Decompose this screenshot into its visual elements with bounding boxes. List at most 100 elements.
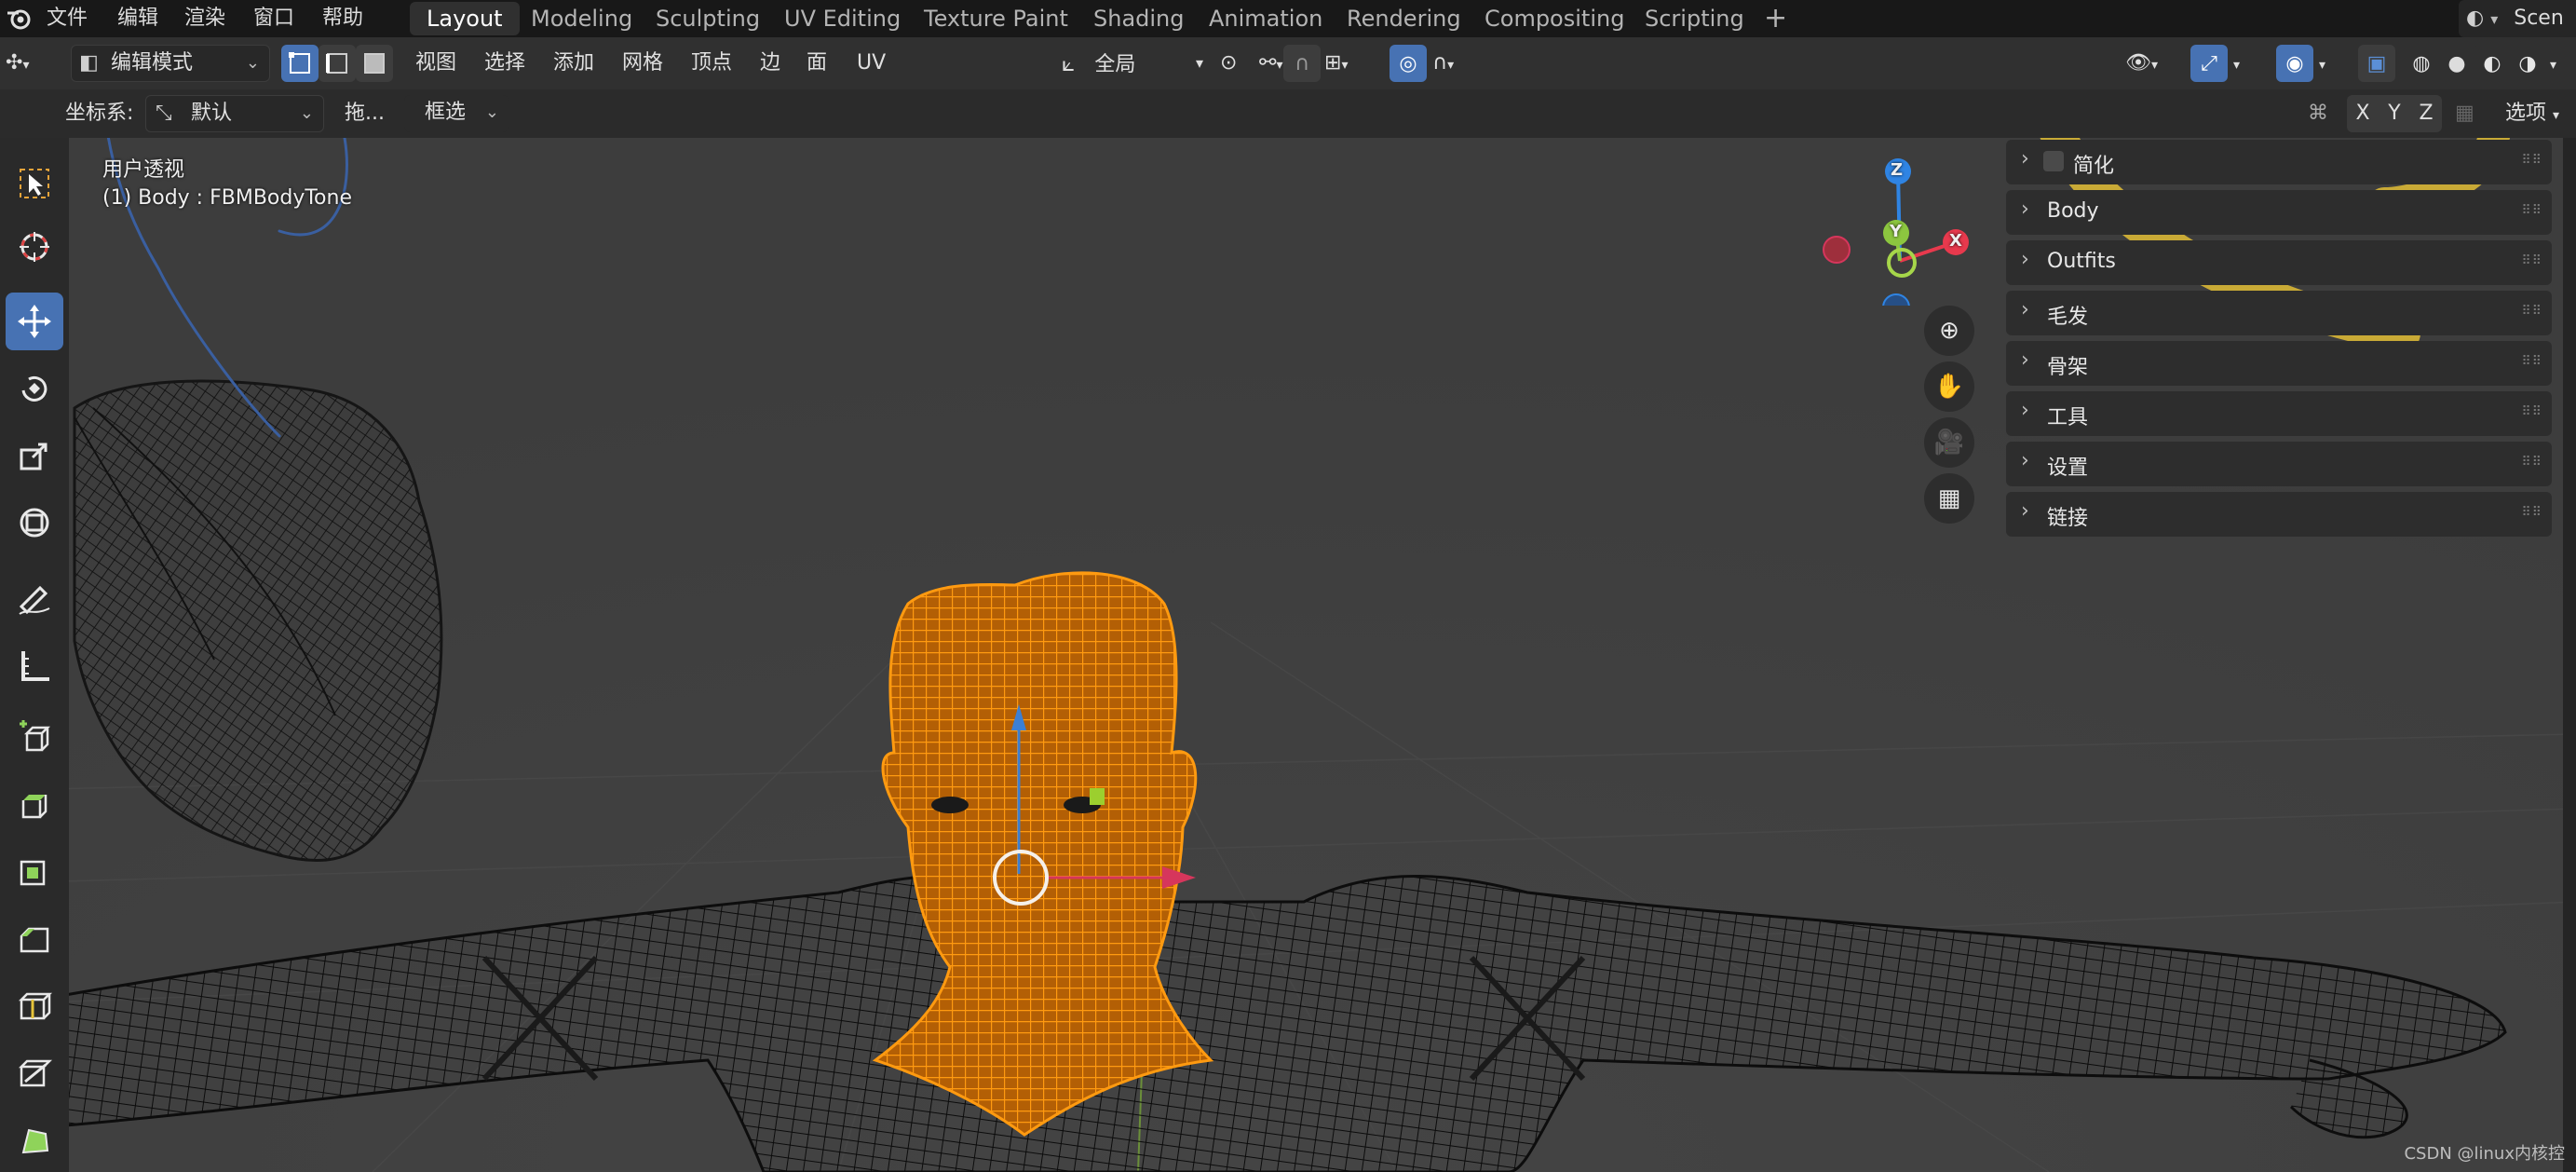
measure-tool[interactable] <box>6 637 63 695</box>
wireframe-shading-button[interactable]: ◍ <box>2403 45 2440 82</box>
add-workspace-button[interactable]: + <box>1747 2 1804 35</box>
tab-uv-editing[interactable]: UV Editing <box>767 2 917 35</box>
mirror-options-icon[interactable]: ⌘ <box>2308 95 2328 132</box>
gizmo-neg-z-ball[interactable] <box>1882 293 1910 306</box>
scale-tool[interactable] <box>6 427 63 484</box>
camera-view-button[interactable]: 🎥 <box>1924 417 1974 468</box>
scene-selector[interactable]: ◐ ▾ Scen <box>2459 0 2576 37</box>
chevron-right-icon: › <box>2021 348 2029 372</box>
mirror-z-toggle[interactable]: Z <box>2410 95 2442 132</box>
tab-layout[interactable]: Layout <box>410 2 520 35</box>
overlays-toggle[interactable]: ◉ <box>2276 45 2313 82</box>
pivot-point-dropdown[interactable]: ⊙ <box>1220 45 1257 82</box>
add-cube-tool[interactable] <box>6 708 63 766</box>
options-dropdown[interactable]: 选项 ▾ <box>2505 95 2576 132</box>
tab-sculpting[interactable]: Sculpting <box>639 2 777 35</box>
gizmo-dropdown[interactable]: ▾ <box>2233 45 2252 82</box>
panel-hair[interactable]: › 毛发 ⠿⠿ <box>2006 291 2552 335</box>
gizmo-toggle[interactable]: ⤢ <box>2190 45 2228 82</box>
panel-tools[interactable]: › 工具 ⠿⠿ <box>2006 391 2552 436</box>
panel-simplify[interactable]: › 简化 ⠿⠿ <box>2006 140 2552 184</box>
panel-links[interactable]: › 链接 ⠿⠿ <box>2006 492 2552 537</box>
orientation-dropdown[interactable]: ⟀ 全局 ▾ <box>1062 45 1207 82</box>
drag-handle-icon[interactable]: ⠿⠿ <box>2521 354 2542 369</box>
drag-handle-icon[interactable]: ⠿⠿ <box>2521 253 2542 268</box>
snap-increment-dropdown[interactable]: ⊞▾ <box>1324 45 1378 82</box>
shading-dropdown[interactable]: ▾ <box>2550 45 2569 82</box>
auto-merge-icon[interactable]: ▦ <box>2455 95 2474 132</box>
move-tool[interactable] <box>6 293 63 350</box>
menu-face[interactable]: 面 <box>807 45 827 82</box>
menu-view[interactable]: 视图 <box>415 45 456 82</box>
cursor-tool[interactable] <box>6 218 63 276</box>
menu-add[interactable]: 添加 <box>553 45 594 82</box>
drag-handle-icon[interactable]: ⠿⠿ <box>2521 455 2542 470</box>
pan-button[interactable]: ✋ <box>1924 361 1974 412</box>
inset-tool[interactable] <box>6 842 63 900</box>
select-box-tool[interactable] <box>6 155 63 212</box>
select-mode-dropdown[interactable]: 框选 ⌄ <box>404 95 508 132</box>
gizmo-neg-y-ball[interactable] <box>1887 248 1917 278</box>
mode-dropdown[interactable]: ◧ 编辑模式 ⌄ <box>71 45 270 82</box>
mirror-x-toggle[interactable]: X <box>2347 95 2379 132</box>
sidebar-tabs[interactable] <box>2563 138 2576 1172</box>
tab-animation[interactable]: Animation <box>1192 2 1339 35</box>
transform-tool[interactable] <box>6 494 63 552</box>
menu-edit[interactable]: 编辑 <box>117 0 158 37</box>
menu-vertex[interactable]: 顶点 <box>691 45 732 82</box>
loop-cut-tool[interactable] <box>6 976 63 1034</box>
menu-window[interactable]: 窗口 <box>253 0 294 37</box>
solid-shading-button[interactable]: ● <box>2438 45 2475 82</box>
tab-texture-paint[interactable]: Texture Paint <box>907 2 1085 35</box>
tab-rendering[interactable]: Rendering <box>1330 2 1478 35</box>
rotate-tool[interactable] <box>6 360 63 417</box>
overlays-dropdown[interactable]: ▾ <box>2319 45 2338 82</box>
menu-help[interactable]: 帮助 <box>322 0 363 37</box>
gizmo-neg-x-ball[interactable] <box>1823 236 1851 264</box>
blender-logo-icon[interactable] <box>4 0 35 37</box>
simplify-checkbox[interactable] <box>2043 151 2064 171</box>
falloff-dropdown[interactable]: ∩▾ <box>1432 45 1483 82</box>
zoom-button[interactable]: ⊕ <box>1924 306 1974 356</box>
rendered-shading-button[interactable]: ◑ <box>2509 45 2546 82</box>
transform-gizmo-dropdown[interactable]: ✣▾ <box>6 45 54 82</box>
menu-file[interactable]: 文件 <box>47 0 88 37</box>
menu-select[interactable]: 选择 <box>484 45 525 82</box>
tab-scripting[interactable]: Scripting <box>1628 2 1761 35</box>
bevel-tool[interactable] <box>6 909 63 967</box>
drag-handle-icon[interactable]: ⠿⠿ <box>2521 404 2542 419</box>
perspective-toggle-button[interactable]: ▦ <box>1924 473 1974 524</box>
coord-system-dropdown[interactable]: ⤡ 默认 ⌄ <box>145 95 324 132</box>
ruler-icon <box>21 651 49 681</box>
panel-outfits[interactable]: › Outfits ⠿⠿ <box>2006 240 2552 285</box>
snap-toggle[interactable]: ∩ <box>1283 45 1321 82</box>
increment-icon: ⊞ <box>1324 51 1342 75</box>
tab-modeling[interactable]: Modeling <box>514 2 649 35</box>
drag-handle-icon[interactable]: ⠿⠿ <box>2521 153 2542 168</box>
panel-body[interactable]: › Body ⠿⠿ <box>2006 190 2552 235</box>
mirror-y-toggle[interactable]: Y <box>2379 95 2410 132</box>
vertex-select-button[interactable] <box>281 45 319 82</box>
menu-edge[interactable]: 边 <box>760 45 780 82</box>
face-select-button[interactable] <box>356 45 393 82</box>
extrude-tool[interactable] <box>6 775 63 833</box>
drag-handle-icon[interactable]: ⠿⠿ <box>2521 505 2542 520</box>
tab-shading[interactable]: Shading <box>1077 2 1201 35</box>
proportional-edit-toggle[interactable]: ◎ <box>1390 45 1427 82</box>
xray-toggle[interactable]: ▣ <box>2358 45 2395 82</box>
drag-handle-icon[interactable]: ⠿⠿ <box>2521 203 2542 218</box>
knife-tool[interactable] <box>6 1043 63 1101</box>
poly-build-tool[interactable] <box>6 1111 63 1168</box>
panel-settings[interactable]: › 设置 ⠿⠿ <box>2006 442 2552 486</box>
orientation-icon: ⟀ <box>1062 50 1076 76</box>
annotate-tool[interactable] <box>6 570 63 628</box>
tab-compositing[interactable]: Compositing <box>1468 2 1641 35</box>
panel-armature[interactable]: › 骨架 ⠿⠿ <box>2006 341 2552 386</box>
visibility-dropdown[interactable]: 👁▾ <box>2125 45 2179 82</box>
menu-uv[interactable]: UV <box>857 45 886 82</box>
material-shading-button[interactable]: ◐ <box>2474 45 2511 82</box>
menu-render[interactable]: 渲染 <box>184 0 225 37</box>
menu-mesh[interactable]: 网格 <box>622 45 663 82</box>
drag-handle-icon[interactable]: ⠿⠿ <box>2521 304 2542 319</box>
edge-select-button[interactable] <box>319 45 356 82</box>
